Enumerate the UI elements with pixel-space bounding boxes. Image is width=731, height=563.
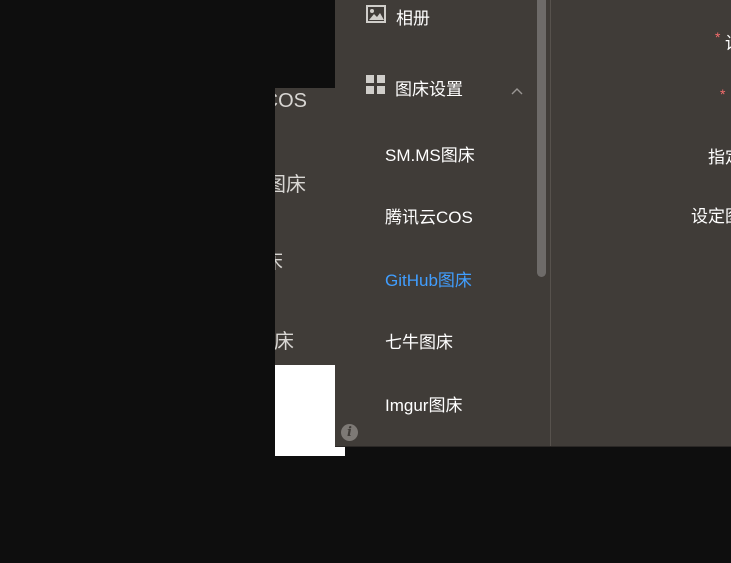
sidebar: 相册 图床设置 SM.MS图床 腾讯云COS GitHub图床 七牛图床 Img… — [335, 0, 551, 447]
background-item-1[interactable]: 图床 — [275, 168, 306, 197]
sidebar-item-tencent-cos[interactable]: 腾讯云COS — [385, 197, 473, 233]
form-label-2: 指定 — [708, 148, 731, 167]
sidebar-item-github[interactable]: GitHub图床 — [385, 260, 472, 296]
required-mark-2: * — [720, 86, 726, 102]
form-label-1: 设 — [725, 29, 731, 54]
background-item-2[interactable]: 床 — [275, 245, 283, 274]
background-item-3[interactable]: 床 — [275, 325, 294, 354]
required-mark-1: * — [715, 29, 721, 45]
settings-window: 相册 图床设置 SM.MS图床 腾讯云COS GitHub图床 七牛图床 Img… — [335, 0, 731, 447]
background-item-cos[interactable]: COS — [275, 90, 307, 113]
info-icon[interactable]: i — [341, 424, 358, 441]
sidebar-scrollbar[interactable] — [537, 0, 546, 277]
sidebar-item-album[interactable]: 相册 — [335, 0, 535, 36]
sidebar-item-smms[interactable]: SM.MS图床 — [385, 135, 475, 171]
sidebar-item-settings[interactable]: 图床设置 — [335, 67, 535, 107]
sidebar-item-qiniu[interactable]: 七牛图床 — [385, 322, 453, 358]
sidebar-item-imgur[interactable]: Imgur图床 — [385, 385, 462, 421]
chevron-up-icon[interactable] — [511, 82, 523, 100]
image-icon — [366, 4, 386, 28]
grid-icon — [366, 75, 385, 99]
sidebar-item-settings-label: 图床设置 — [395, 79, 463, 99]
form-label-3: 设定图 — [691, 207, 731, 226]
settings-form: * 设 * 指定 设定图 — [551, 0, 731, 447]
sidebar-item-album-label: 相册 — [396, 8, 430, 28]
